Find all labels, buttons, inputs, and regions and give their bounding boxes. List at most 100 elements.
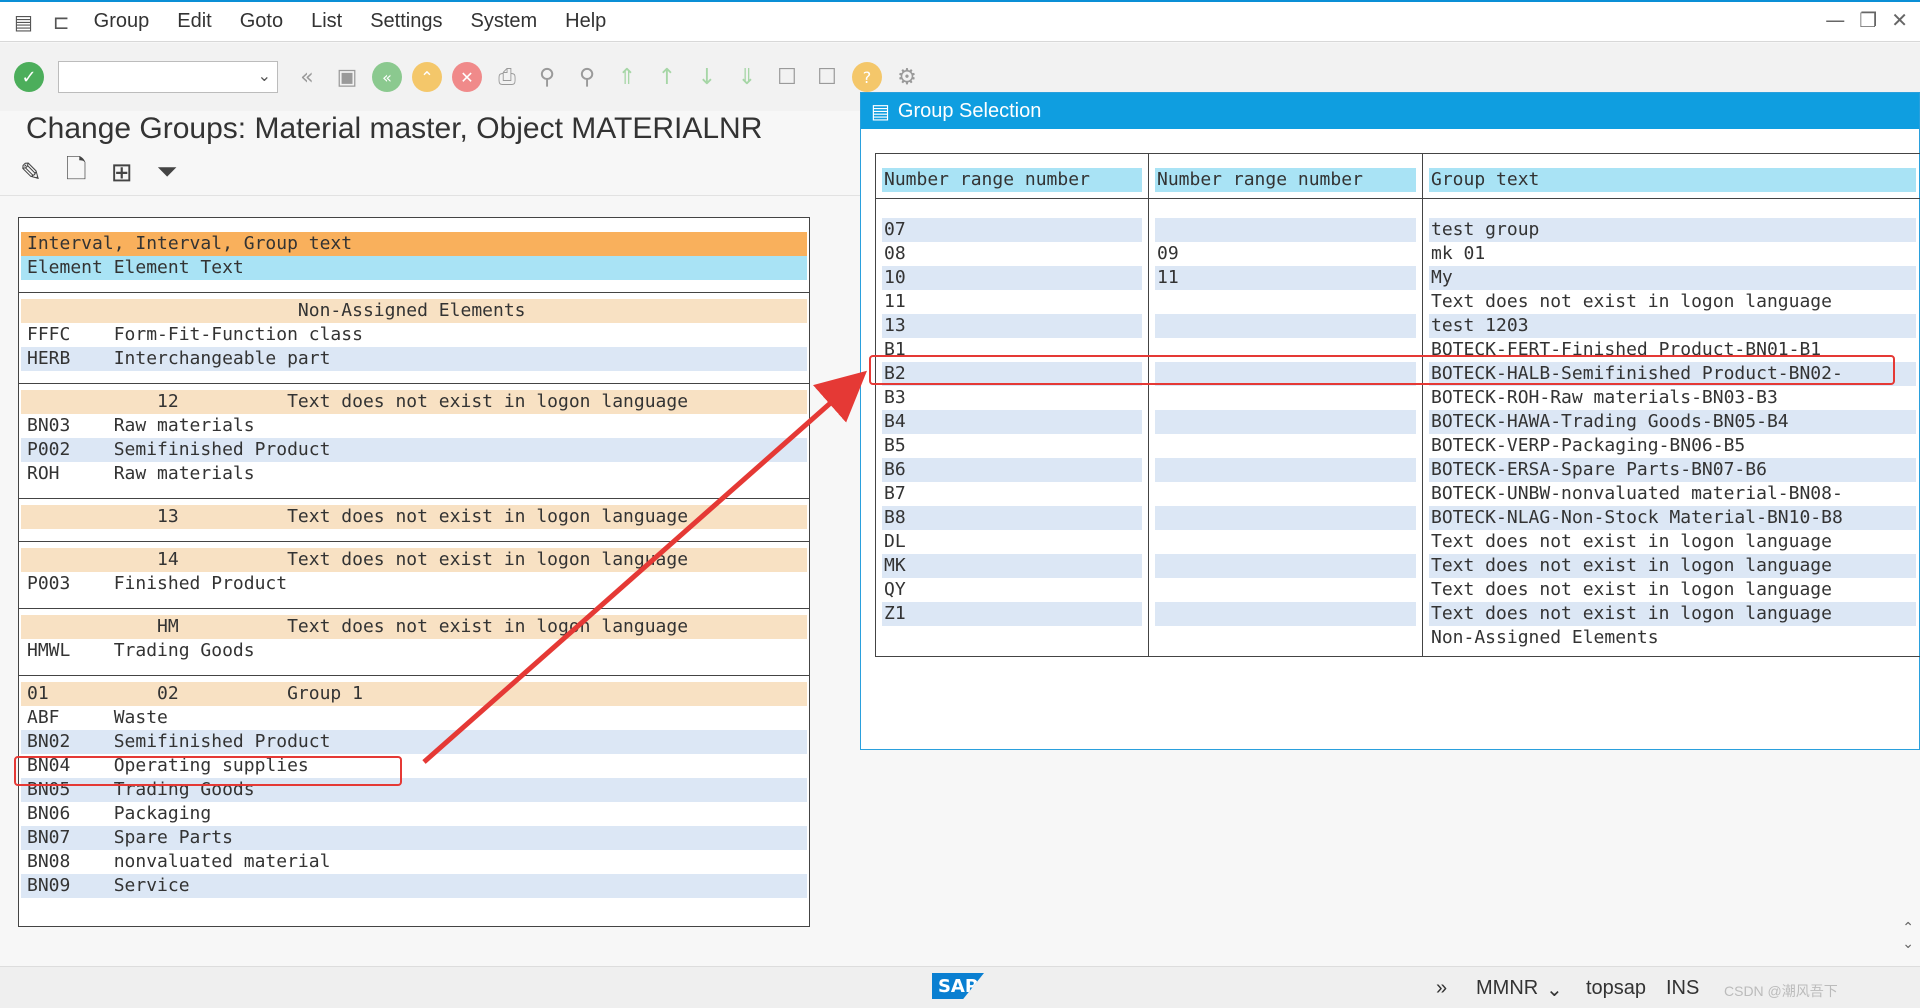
group-text-cell[interactable]: BOTECK-NLAG-Non-Stock Material-BN10-B8 xyxy=(1429,506,1916,530)
number-from-cell[interactable]: B8 xyxy=(882,506,1142,530)
number-from-cell[interactable]: 13 xyxy=(882,314,1142,338)
group-text-cell[interactable]: Non-Assigned Elements xyxy=(1429,626,1916,650)
number-from-cell[interactable]: B6 xyxy=(882,458,1142,482)
number-to-cell[interactable] xyxy=(1155,626,1416,650)
list-item[interactable]: BN02 Semifinished Product xyxy=(21,730,807,754)
number-from-cell[interactable] xyxy=(882,626,1142,650)
number-to-cell[interactable] xyxy=(1155,458,1416,482)
group-text-cell[interactable]: test group xyxy=(1429,218,1916,242)
list-item[interactable]: BN03 Raw materials xyxy=(21,414,807,438)
number-from-cell[interactable]: MK xyxy=(882,554,1142,578)
number-from-cell[interactable]: 10 xyxy=(882,266,1142,290)
menu-goto[interactable]: Goto xyxy=(240,10,283,33)
number-from-cell[interactable]: B4 xyxy=(882,410,1142,434)
number-from-cell[interactable]: DL xyxy=(882,530,1142,554)
number-to-cell[interactable] xyxy=(1155,410,1416,434)
shortcut-icon[interactable]: ☐ xyxy=(812,62,842,92)
number-to-cell[interactable] xyxy=(1155,434,1416,458)
column-header-3[interactable]: Group text xyxy=(1429,168,1916,192)
group-header[interactable]: 01 02 Group 1 xyxy=(21,682,807,706)
list-item[interactable]: BN06 Packaging xyxy=(21,802,807,826)
cancel-icon[interactable]: ✕ xyxy=(452,62,482,92)
exit-icon[interactable]: ⌃ xyxy=(412,62,442,92)
menu-settings[interactable]: Settings xyxy=(370,10,442,33)
group-header[interactable]: 13 Text does not exist in logon language xyxy=(21,505,807,529)
number-to-cell[interactable] xyxy=(1155,218,1416,242)
help-icon[interactable]: ? xyxy=(852,62,882,92)
number-to-cell[interactable] xyxy=(1155,530,1416,554)
menu-help[interactable]: Help xyxy=(565,10,606,33)
group-text-cell[interactable]: Text does not exist in logon language xyxy=(1429,554,1916,578)
number-to-cell[interactable] xyxy=(1155,386,1416,410)
list-item[interactable]: FFFC Form-Fit-Function class xyxy=(21,323,807,347)
column-header-1[interactable]: Number range number xyxy=(882,168,1142,192)
filter-icon[interactable]: ⏷ xyxy=(157,157,178,188)
command-field[interactable]: ⌄ xyxy=(58,61,278,93)
close-window-icon[interactable]: ✕ xyxy=(1891,8,1908,32)
number-from-cell[interactable]: 07 xyxy=(882,218,1142,242)
list-item[interactable]: BN08 nonvaluated material xyxy=(21,850,807,874)
menu-group[interactable]: Group xyxy=(94,10,150,33)
input-mode[interactable]: INS xyxy=(1666,977,1699,1000)
last-page-icon[interactable]: ⇓ xyxy=(732,62,762,92)
number-to-cell[interactable]: 11 xyxy=(1155,266,1416,290)
group-text-cell[interactable]: Text does not exist in logon language xyxy=(1429,602,1916,626)
group-text-cell[interactable]: My xyxy=(1429,266,1916,290)
previous-page-icon[interactable]: ↑ xyxy=(652,62,682,92)
group-header[interactable]: HM Text does not exist in logon language xyxy=(21,615,807,639)
app-menu-icon[interactable]: ▤ xyxy=(14,10,33,34)
list-item[interactable]: HMWL Trading Goods xyxy=(21,639,807,663)
number-to-cell[interactable] xyxy=(1155,290,1416,314)
group-text-cell[interactable]: BOTECK-VERP-Packaging-BN06-B5 xyxy=(1429,434,1916,458)
number-to-cell[interactable] xyxy=(1155,482,1416,506)
enter-icon[interactable]: ✓ xyxy=(14,62,44,92)
list-item[interactable]: ROH Raw materials xyxy=(21,462,807,486)
number-from-cell[interactable]: 08 xyxy=(882,242,1142,266)
sap-menu-icon[interactable]: ⊏ xyxy=(53,10,70,34)
find-icon[interactable]: ⚲ xyxy=(532,62,562,92)
column-header-2[interactable]: Number range number xyxy=(1155,168,1416,192)
group-text-cell[interactable]: BOTECK-ERSA-Spare Parts-BN07-B6 xyxy=(1429,458,1916,482)
number-from-cell[interactable]: B7 xyxy=(882,482,1142,506)
list-item[interactable]: BN07 Spare Parts xyxy=(21,826,807,850)
number-to-cell[interactable] xyxy=(1155,578,1416,602)
number-from-cell[interactable]: B3 xyxy=(882,386,1142,410)
group-header[interactable]: 12 Text does not exist in logon language xyxy=(21,390,807,414)
group-text-cell[interactable]: BOTECK-ROH-Raw materials-BN03-B3 xyxy=(1429,386,1916,410)
number-from-cell[interactable]: B5 xyxy=(882,434,1142,458)
group-text-cell[interactable]: Text does not exist in logon language xyxy=(1429,578,1916,602)
minimize-icon[interactable]: — xyxy=(1825,8,1845,32)
group-header[interactable]: Non-Assigned Elements xyxy=(21,299,807,323)
group-text-cell[interactable]: mk 01 xyxy=(1429,242,1916,266)
system-name[interactable]: MMNR xyxy=(1476,977,1538,1000)
list-item[interactable]: P002 Semifinished Product xyxy=(21,438,807,462)
restore-icon[interactable]: ❐ xyxy=(1859,8,1877,32)
number-to-cell[interactable]: 09 xyxy=(1155,242,1416,266)
chevron-down-icon[interactable]: ⌄ xyxy=(258,66,271,85)
number-to-cell[interactable] xyxy=(1155,506,1416,530)
find-next-icon[interactable]: ⚲ xyxy=(572,62,602,92)
group-text-cell[interactable]: Text does not exist in logon language xyxy=(1429,530,1916,554)
group-text-cell[interactable]: BOTECK-UNBW-nonvaluated material-BN08- xyxy=(1429,482,1916,506)
new-document-icon[interactable]: 🗋 xyxy=(66,151,87,195)
group-text-cell[interactable]: Text does not exist in logon language xyxy=(1429,290,1916,314)
number-from-cell[interactable]: 11 xyxy=(882,290,1142,314)
list-item[interactable]: HERB Interchangeable part xyxy=(21,347,807,371)
save-icon[interactable]: ▣ xyxy=(332,62,362,92)
system-dropdown-icon[interactable]: ⌄ xyxy=(1546,977,1563,1002)
list-item[interactable]: P003 Finished Product xyxy=(21,572,807,596)
print-icon[interactable]: ⎙ xyxy=(492,62,522,92)
list-item[interactable]: BN09 Service xyxy=(21,874,807,898)
menu-edit[interactable]: Edit xyxy=(177,10,211,33)
number-from-cell[interactable]: QY xyxy=(882,578,1142,602)
pencil-icon[interactable]: ✎ xyxy=(20,158,42,188)
group-text-cell[interactable]: BOTECK-HAWA-Trading Goods-BN05-B4 xyxy=(1429,410,1916,434)
number-to-cell[interactable] xyxy=(1155,602,1416,626)
menu-list[interactable]: List xyxy=(311,10,342,33)
gear-icon[interactable]: ⚙ xyxy=(892,62,922,92)
back-double-icon[interactable]: « xyxy=(292,62,322,92)
hierarchy-icon[interactable]: ⊞ xyxy=(111,158,133,188)
back-icon[interactable]: « xyxy=(372,62,402,92)
first-page-icon[interactable]: ⇑ xyxy=(612,62,642,92)
number-from-cell[interactable]: Z1 xyxy=(882,602,1142,626)
